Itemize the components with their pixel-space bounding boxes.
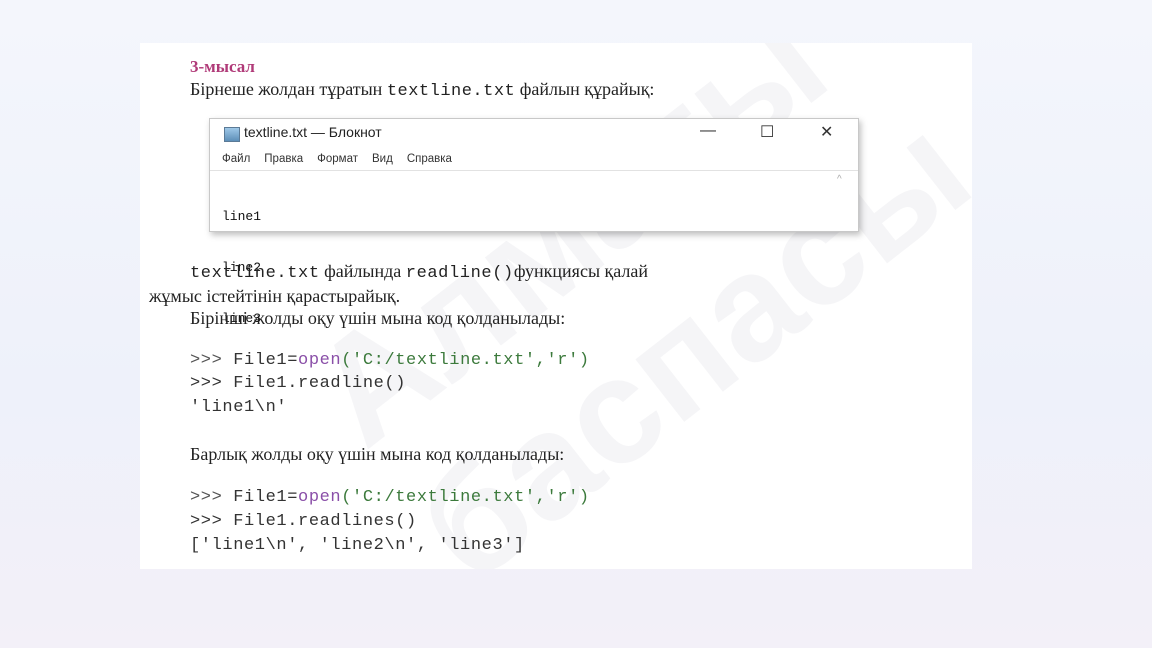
code2-line2: >>> File1.readlines(): [190, 512, 417, 531]
notepad-icon: [224, 127, 240, 142]
code-args: ('C:/textline.txt','r'): [341, 488, 590, 507]
example-heading: 3-мысал: [190, 57, 255, 76]
code-prompt: >>>: [190, 488, 234, 507]
code1-line1: >>> File1=open('C:/textline.txt','r'): [190, 351, 590, 370]
textbook-page: Алматы баспасы 3-мысал Бірнеше жолдан тұ…: [140, 43, 972, 569]
code2-line1: >>> File1=open('C:/textline.txt','r'): [190, 488, 590, 507]
paragraph-first-line: Бірінші жолды оқу үшін мына код қолданыл…: [190, 308, 566, 328]
intro-text-after: файлын құрайық:: [515, 79, 655, 99]
maximize-button[interactable]: ☐: [760, 122, 774, 142]
notepad-menubar: Файл Правка Формат Вид Справка: [222, 153, 466, 165]
notepad-title: textline.txt — Блокнот: [244, 124, 382, 140]
code-prompt: >>>: [190, 351, 234, 370]
para1-function: readline(): [405, 264, 514, 283]
para1-mid: файлында: [319, 261, 406, 281]
paragraph-all-lines: Барлық жолды оқу үшін мына код қолданыла…: [190, 444, 565, 464]
code2-output: ['line1\n', 'line2\n', 'line3']: [190, 536, 525, 555]
code-var: File1=: [233, 488, 299, 507]
menu-edit[interactable]: Правка: [264, 153, 303, 165]
code-var: File1=: [233, 351, 299, 370]
menu-help[interactable]: Справка: [407, 153, 452, 165]
paragraph-readline-cont: жұмыс істейтінін қарастырайық.: [149, 286, 401, 306]
menu-view[interactable]: Вид: [372, 153, 393, 165]
paragraph-readline: textline.txt файлында readline()функцияс…: [190, 261, 648, 283]
menu-format[interactable]: Формат: [317, 153, 358, 165]
notepad-window: textline.txt — Блокнот — ☐ ✕ Файл Правка Ф…: [209, 118, 859, 326]
code1-line2: >>> File1.readline(): [190, 374, 407, 393]
para1-after: функциясы қалай: [513, 261, 649, 281]
code-open-fn: open: [298, 488, 342, 507]
scroll-up-arrow[interactable]: ^: [837, 174, 842, 185]
intro-text: Бірнеше жолдан тұратын textline.txt файл…: [190, 79, 654, 101]
menu-file[interactable]: Файл: [222, 153, 250, 165]
menu-separator: [210, 170, 858, 171]
para1-filename: textline.txt: [190, 264, 320, 283]
code1-output: 'line1\n': [190, 398, 288, 417]
close-button[interactable]: ✕: [820, 122, 833, 142]
code-args: ('C:/textline.txt','r'): [341, 351, 590, 370]
notepad-line: line1: [222, 209, 262, 224]
intro-text-before: Бірнеше жолдан тұратын: [190, 79, 387, 99]
intro-filename: textline.txt: [386, 82, 516, 101]
minimize-button[interactable]: —: [700, 122, 716, 140]
code-open-fn: open: [298, 351, 342, 370]
